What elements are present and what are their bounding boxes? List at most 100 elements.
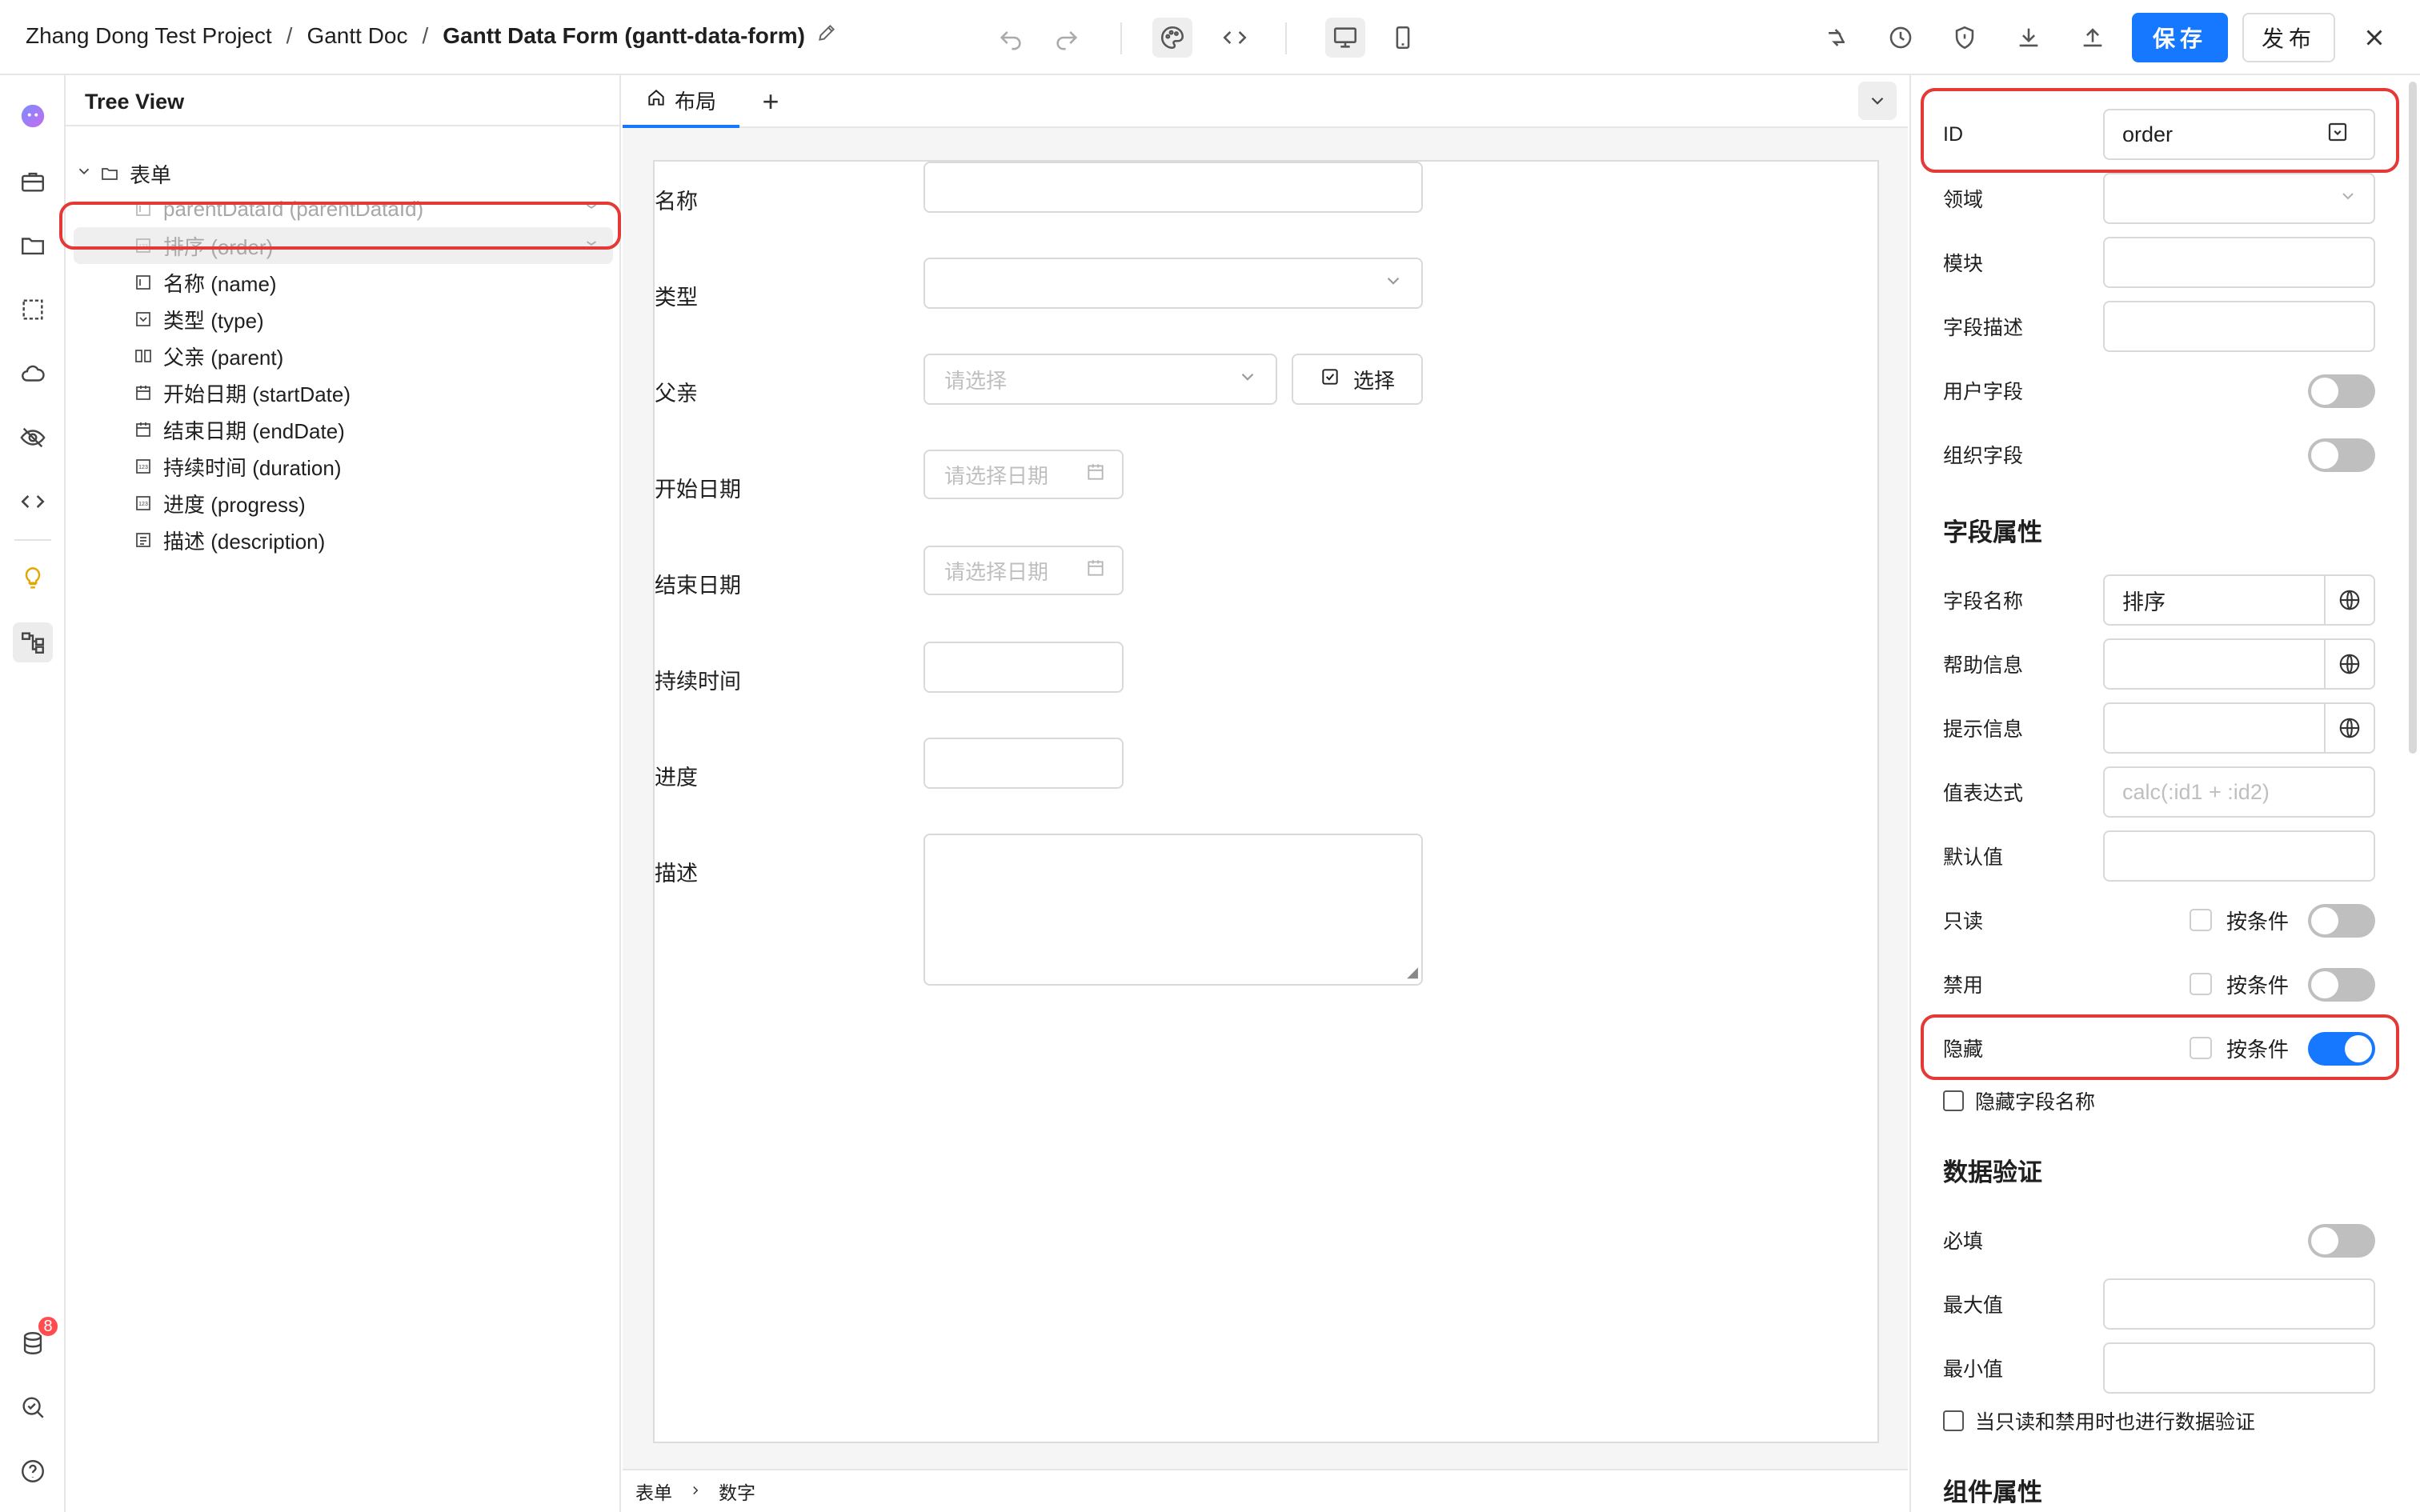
select-parent-button[interactable]: 选择 — [1292, 354, 1423, 405]
tree-item[interactable]: 名称 (name) — [66, 264, 621, 301]
tree-item[interactable]: 类型 (type) — [66, 301, 621, 338]
tree-root-form[interactable]: 表单 — [66, 155, 621, 192]
readonly-toggle[interactable] — [2308, 904, 2375, 938]
breadcrumb-project[interactable]: Zhang Dong Test Project — [26, 23, 272, 49]
resize-handle-icon[interactable]: ◢ — [1407, 964, 1418, 981]
disabled-conditional-checkbox[interactable] — [2190, 973, 2212, 995]
module-input[interactable] — [2103, 237, 2375, 288]
tree-item[interactable]: 123 进度 (progress) — [66, 485, 621, 522]
hidden-toggle[interactable] — [2308, 1032, 2375, 1066]
folder-icon[interactable] — [13, 226, 53, 266]
prop-field-name: 字段名称 排序 — [1943, 574, 2391, 626]
tab-layout-label: 布局 — [674, 89, 716, 114]
help-input[interactable] — [2103, 638, 2375, 690]
breadcrumb-doc[interactable]: Gantt Doc — [307, 23, 407, 49]
globe-icon[interactable] — [2324, 640, 2374, 688]
tree-item[interactable]: 父亲 (parent) — [66, 338, 621, 374]
hide-field-name-checkbox[interactable] — [1943, 1090, 1964, 1111]
domain-select[interactable] — [2103, 173, 2375, 224]
parent-select[interactable]: 请选择 — [924, 354, 1277, 405]
number-field-icon: 123 — [133, 493, 154, 514]
mobile-view-icon[interactable] — [1383, 18, 1423, 58]
tree-item-selected[interactable]: 123 排序 (order) — [74, 227, 613, 264]
help-icon[interactable] — [13, 1451, 53, 1491]
tree-item[interactable]: 描述 (description) — [66, 522, 621, 558]
tree-item-label: parentDataId (parentDataId) — [163, 196, 424, 221]
shield-icon[interactable] — [1945, 18, 1985, 58]
progress-input[interactable] — [924, 738, 1124, 789]
save-button[interactable]: 保存 — [2132, 13, 2228, 62]
max-input[interactable] — [2103, 1278, 2375, 1330]
start-date-picker[interactable]: 请选择日期 — [924, 450, 1124, 499]
cloud-icon[interactable] — [13, 354, 53, 394]
path-number[interactable]: 数字 — [719, 1478, 755, 1505]
tree-structure-icon[interactable] — [13, 622, 53, 662]
name-input[interactable] — [924, 162, 1423, 213]
compare-icon[interactable] — [1817, 18, 1857, 58]
field-name-value: 排序 — [2122, 590, 2166, 614]
user-field-toggle[interactable] — [2308, 374, 2375, 408]
select-field-icon — [133, 309, 154, 330]
value-expr-input[interactable]: calc(:id1 + :id2) — [2103, 766, 2375, 818]
code-icon[interactable] — [13, 482, 53, 522]
tab-layout[interactable]: 布局 — [623, 75, 739, 128]
chevron-down-icon[interactable] — [75, 162, 99, 185]
breadcrumb-separator: / — [422, 22, 429, 48]
hint-input[interactable] — [2103, 702, 2375, 754]
prop-disabled-label: 禁用 — [1943, 974, 1984, 997]
disabled-toggle[interactable] — [2308, 968, 2375, 1002]
code-icon[interactable] — [1215, 18, 1255, 58]
breadcrumb-separator: / — [286, 22, 293, 48]
history-clock-icon[interactable] — [1881, 18, 1921, 58]
id-input[interactable]: order — [2103, 109, 2375, 160]
chevron-down-icon[interactable] — [1858, 82, 1897, 120]
add-tab-icon[interactable]: + — [751, 82, 791, 122]
form-canvas: 布局 + 名称 类型 父亲 请选择 选择 开始日期 请选择日期 结束日期 请选择… — [623, 75, 1908, 1512]
globe-icon[interactable] — [2324, 704, 2374, 752]
field-desc-input[interactable] — [2103, 301, 2375, 352]
hide-field-name-label: 隐藏字段名称 — [1975, 1091, 2096, 1114]
close-icon[interactable] — [2354, 18, 2394, 58]
panel-scrollbar[interactable] — [2409, 82, 2417, 754]
select-area-icon[interactable] — [13, 290, 53, 330]
end-date-picker[interactable]: 请选择日期 — [924, 546, 1124, 595]
lightbulb-icon[interactable] — [13, 558, 53, 598]
hide-field-name-option[interactable]: 隐藏字段名称 — [1943, 1085, 2095, 1117]
path-form[interactable]: 表单 — [635, 1478, 672, 1505]
min-input[interactable] — [2103, 1342, 2375, 1394]
default-input[interactable] — [2103, 830, 2375, 882]
type-select[interactable] — [924, 258, 1423, 309]
tree-item[interactable]: parentDataId (parentDataId) — [66, 190, 621, 227]
edit-pencil-icon[interactable] — [816, 22, 837, 49]
upload-icon[interactable] — [2073, 18, 2113, 58]
field-name-input[interactable]: 排序 — [2103, 574, 2375, 626]
validate-when-readonly-label: 当只读和禁用时也进行数据验证 — [1975, 1411, 2256, 1434]
database-icon[interactable]: 8 — [13, 1315, 59, 1363]
briefcase-icon[interactable] — [13, 162, 53, 202]
required-toggle[interactable] — [2308, 1224, 2375, 1258]
tree-item[interactable]: 123 持续时间 (duration) — [66, 448, 621, 485]
desktop-view-icon[interactable] — [1325, 18, 1365, 58]
download-icon[interactable] — [2009, 18, 2049, 58]
validate-when-readonly-checkbox[interactable] — [1943, 1410, 1964, 1431]
description-textarea[interactable]: ◢ — [924, 834, 1423, 986]
component-path-bar: 表单 数字 — [623, 1469, 1908, 1512]
org-field-toggle[interactable] — [2308, 438, 2375, 472]
dropdown-square-icon[interactable] — [2326, 120, 2350, 150]
undo-icon[interactable] — [991, 18, 1031, 58]
validate-when-readonly-option[interactable]: 当只读和禁用时也进行数据验证 — [1943, 1405, 2255, 1437]
publish-button[interactable]: 发布 — [2242, 13, 2335, 62]
tree-item[interactable]: 结束日期 (endDate) — [66, 411, 621, 448]
readonly-conditional-checkbox[interactable] — [2190, 909, 2212, 931]
hidden-eye-icon[interactable] — [13, 418, 53, 458]
redo-icon[interactable] — [1047, 18, 1087, 58]
palette-icon[interactable] — [1152, 18, 1192, 58]
tree-item[interactable]: 开始日期 (startDate) — [66, 374, 621, 411]
search-check-icon[interactable] — [13, 1387, 53, 1427]
hidden-conditional-checkbox[interactable] — [2190, 1037, 2212, 1059]
globe-icon[interactable] — [2324, 576, 2374, 624]
duration-input[interactable] — [924, 642, 1124, 693]
tree-item-label: 开始日期 (startDate) — [163, 382, 351, 406]
ai-assistant-icon[interactable] — [13, 96, 53, 136]
conditional-label: 按条件 — [2226, 973, 2290, 998]
